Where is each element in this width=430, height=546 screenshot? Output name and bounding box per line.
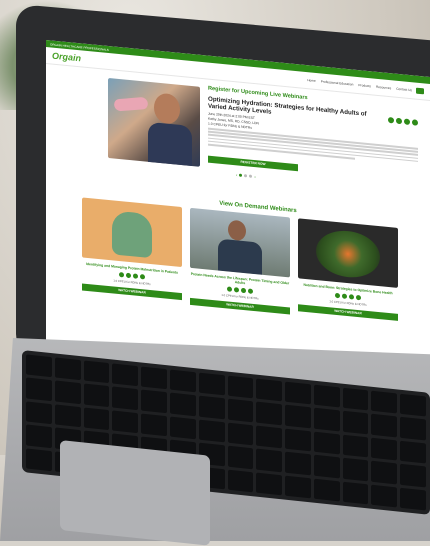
trackpad <box>60 440 210 546</box>
nav-item-resources[interactable]: Resources <box>376 85 391 90</box>
card-image[interactable] <box>82 197 182 268</box>
nav-item-contact[interactable]: Contact Us <box>396 87 412 93</box>
register-button[interactable]: REGISTER NOW <box>208 155 298 172</box>
email-icon[interactable] <box>248 288 253 295</box>
twitter-icon[interactable] <box>342 293 347 300</box>
share-icons <box>388 116 418 126</box>
facebook-icon[interactable] <box>227 286 232 293</box>
twitter-icon[interactable] <box>396 117 402 125</box>
person-body-shape <box>148 121 192 167</box>
hero-image <box>108 77 200 167</box>
carousel-prev-icon[interactable]: ‹ <box>236 172 237 177</box>
laptop-screen: ORGAIN HEALTHCARE PROFESSIONALS Orgain H… <box>46 40 430 377</box>
facebook-icon[interactable] <box>388 116 394 124</box>
on-demand-cards: Identifying and Managing Protein Malnutr… <box>46 194 430 328</box>
water-bottle-shape <box>113 96 149 112</box>
person-head-shape <box>154 92 180 125</box>
facebook-icon[interactable] <box>119 272 124 278</box>
webinar-card: Nutrition and Bone: Strategies to Optimi… <box>298 218 398 325</box>
linkedin-icon[interactable] <box>404 118 410 126</box>
carousel-next-icon[interactable]: › <box>254 174 255 179</box>
linkedin-icon[interactable] <box>349 294 354 300</box>
carousel-dot[interactable] <box>249 174 253 178</box>
card-image[interactable] <box>298 218 398 288</box>
facebook-icon[interactable] <box>335 292 340 299</box>
nav-links: Home Professional Education Products Res… <box>307 78 412 92</box>
nav-item-education[interactable]: Professional Education <box>321 79 354 86</box>
webinar-card: Protein Needs Across the Lifespan: Prote… <box>190 207 290 315</box>
email-icon[interactable] <box>140 274 145 280</box>
laptop: ORGAIN HEALTHCARE PROFESSIONALS Orgain H… <box>0 0 430 546</box>
logo[interactable]: Orgain <box>52 51 81 64</box>
card-image[interactable] <box>190 207 290 278</box>
nav-item-home[interactable]: Home <box>307 78 316 83</box>
carousel-dots: ‹ › <box>236 172 256 179</box>
webinar-card: Identifying and Managing Protein Malnutr… <box>82 197 182 304</box>
nav-item-products[interactable]: Products <box>358 83 371 88</box>
email-icon[interactable] <box>356 294 361 301</box>
carousel-dot[interactable] <box>239 173 243 177</box>
cart-icon[interactable] <box>416 87 424 95</box>
carousel-dot[interactable] <box>244 174 248 178</box>
twitter-icon[interactable] <box>234 287 239 293</box>
linkedin-icon[interactable] <box>241 287 246 294</box>
twitter-icon[interactable] <box>126 272 131 279</box>
linkedin-icon[interactable] <box>133 273 138 279</box>
email-icon[interactable] <box>412 119 418 126</box>
